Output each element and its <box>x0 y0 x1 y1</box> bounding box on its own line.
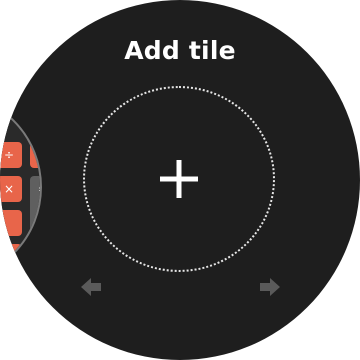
calc-key-multiply: × <box>0 176 22 202</box>
previous-tile-calculator[interactable]: ÷ C × = <box>0 92 42 282</box>
page-title: Add tile <box>124 36 236 65</box>
watch-screen: Add tile ÷ C × = <box>0 0 360 360</box>
plus-icon[interactable] <box>158 158 200 200</box>
calc-key-plus <box>0 244 22 270</box>
calc-key-divide: ÷ <box>0 142 22 168</box>
arrow-right-icon[interactable] <box>259 276 281 298</box>
calc-key-equals: = <box>30 176 40 234</box>
calc-key-clear: C <box>30 142 40 168</box>
arrow-left-icon[interactable] <box>80 276 102 298</box>
calc-key-minus <box>0 210 22 236</box>
